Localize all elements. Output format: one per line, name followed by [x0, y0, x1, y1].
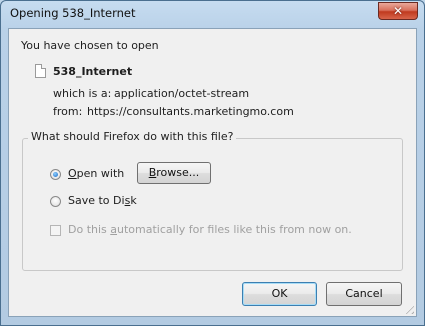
file-source-value: https://consultants.marketingmo.com — [87, 105, 294, 118]
file-type-label: which is a: — [53, 87, 112, 100]
auto-action-label: Do this automatically for files like thi… — [68, 223, 352, 236]
open-with-label[interactable]: Open with — [68, 167, 124, 180]
intro-text: You have chosen to open — [21, 39, 159, 52]
close-button[interactable]: ✕ — [378, 2, 418, 20]
browse-button[interactable]: Browse... — [137, 162, 211, 184]
close-icon: ✕ — [392, 4, 404, 18]
file-source-label: from: — [53, 105, 83, 118]
title-bar[interactable]: Opening 538_Internet ✕ — [1, 1, 424, 25]
cancel-button[interactable]: Cancel — [326, 282, 402, 306]
ok-button[interactable]: OK — [242, 282, 317, 306]
file-type-value: application/octet-stream — [114, 87, 250, 100]
action-group-label: What should Firefox do with this file? — [28, 130, 237, 143]
auto-action-checkbox[interactable] — [50, 225, 61, 236]
save-to-disk-radio[interactable] — [50, 196, 61, 207]
save-to-disk-label[interactable]: Save to Disk — [68, 194, 137, 207]
radio-selected-dot — [53, 172, 58, 177]
dialog-window: Opening 538_Internet ✕ You have chosen t… — [0, 0, 425, 326]
dialog-client-area: You have chosen to open 538_Internet whi… — [8, 28, 417, 317]
resize-grip[interactable] — [402, 302, 414, 314]
window-title: Opening 538_Internet — [10, 6, 136, 20]
open-with-radio[interactable] — [50, 169, 61, 180]
file-name: 538_Internet — [53, 65, 133, 78]
file-icon — [35, 64, 46, 78]
